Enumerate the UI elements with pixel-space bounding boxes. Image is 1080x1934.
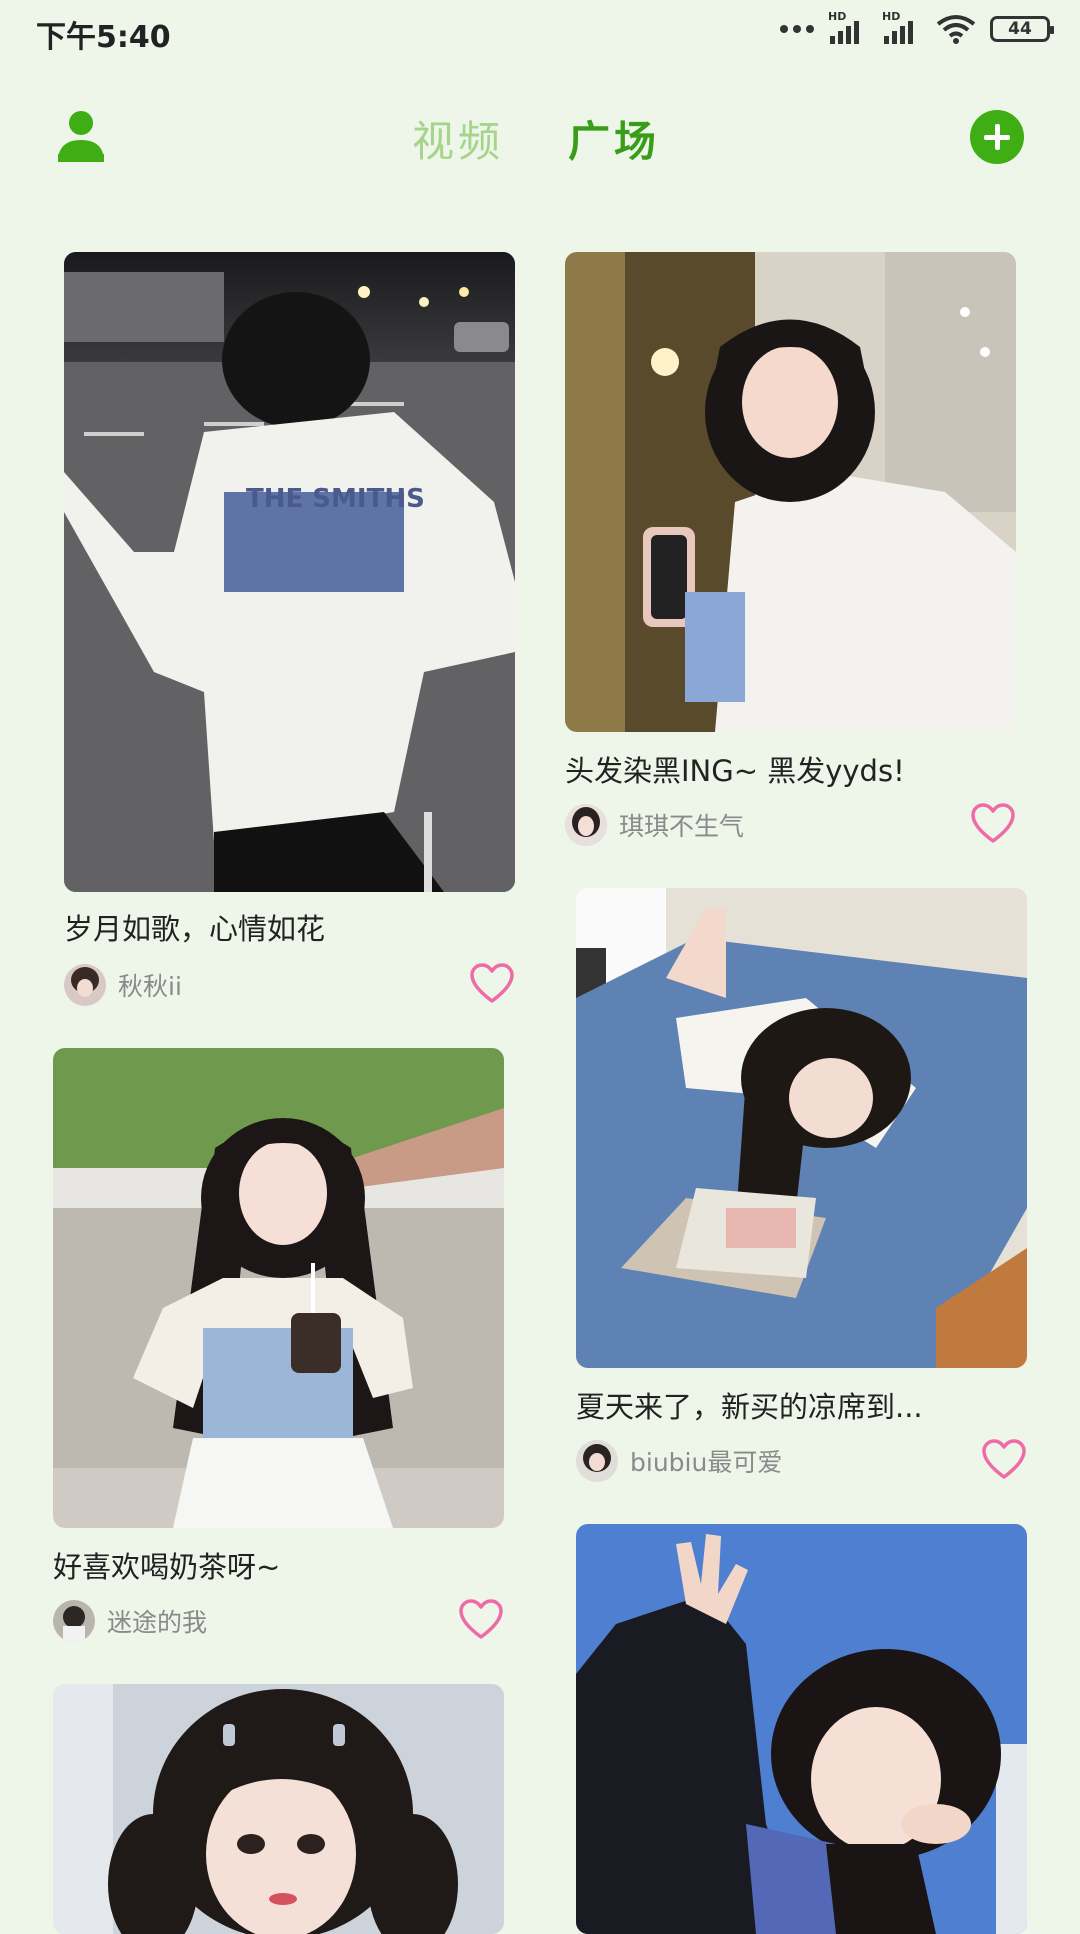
post-card[interactable]: 头发染黑ING~ 黑发yyds! 琪琪不生气 bbox=[565, 252, 1016, 846]
post-photo[interactable] bbox=[53, 1684, 504, 1934]
post-author: 琪琪不生气 bbox=[565, 802, 1016, 846]
post-title[interactable]: 头发染黑ING~ 黑发yyds! bbox=[565, 748, 1016, 790]
status-icons: HD HD 44 bbox=[780, 10, 1054, 44]
post-card[interactable]: 好喜欢喝奶茶呀~ 迷途的我 bbox=[53, 1048, 504, 1642]
shirt-text: THE SMITHS bbox=[246, 484, 425, 514]
avatar[interactable] bbox=[576, 1440, 618, 1482]
post-title[interactable]: 夏天来了，新买的凉席到... bbox=[576, 1384, 1027, 1426]
heart-outline-icon[interactable] bbox=[981, 1438, 1027, 1480]
heart-outline-icon[interactable] bbox=[469, 962, 515, 1004]
post-photo[interactable] bbox=[576, 888, 1027, 1368]
post-card[interactable] bbox=[576, 1524, 1027, 1934]
post-title[interactable]: 好喜欢喝奶茶呀~ bbox=[53, 1544, 504, 1586]
post-photo[interactable] bbox=[576, 1524, 1027, 1934]
username[interactable]: biubiu最可爱 bbox=[630, 1443, 782, 1479]
avatar[interactable] bbox=[64, 964, 106, 1006]
post-photo[interactable] bbox=[565, 252, 1016, 732]
post-title[interactable]: 岁月如歌，心情如花 bbox=[64, 906, 515, 948]
username[interactable]: 秋秋ii bbox=[118, 967, 182, 1003]
more-dots-icon bbox=[780, 25, 814, 33]
avatar[interactable] bbox=[565, 804, 607, 846]
username[interactable]: 迷途的我 bbox=[107, 1603, 207, 1639]
top-nav: 视频 广场 bbox=[0, 90, 1080, 180]
post-author: 迷途的我 bbox=[53, 1598, 504, 1642]
post-card[interactable]: THE SMITHS 岁月如歌，心情如花 秋秋ii bbox=[64, 252, 515, 1006]
wifi-icon bbox=[936, 15, 976, 44]
battery-level: 44 bbox=[1008, 19, 1032, 39]
post-photo[interactable] bbox=[53, 1048, 504, 1528]
signal-icon: HD bbox=[828, 10, 868, 44]
add-icon[interactable] bbox=[970, 110, 1024, 164]
heart-outline-icon[interactable] bbox=[458, 1598, 504, 1640]
post-author: biubiu最可爱 bbox=[576, 1438, 1027, 1482]
tab-square[interactable]: 广场 bbox=[568, 108, 660, 169]
battery-icon: 44 bbox=[990, 16, 1054, 42]
username[interactable]: 琪琪不生气 bbox=[619, 807, 744, 843]
signal-icon-2: HD bbox=[882, 10, 922, 44]
tab-video[interactable]: 视频 bbox=[412, 108, 504, 169]
status-time: 下午5:40 bbox=[36, 20, 171, 55]
post-card[interactable]: 夏天来了，新买的凉席到... biubiu最可爱 bbox=[576, 888, 1027, 1482]
user-icon[interactable] bbox=[56, 110, 106, 162]
post-photo[interactable]: THE SMITHS bbox=[64, 252, 515, 892]
status-bar: 下午5:40 HD HD 44 bbox=[0, 0, 1080, 60]
avatar[interactable] bbox=[53, 1600, 95, 1642]
heart-outline-icon[interactable] bbox=[970, 802, 1016, 844]
post-card[interactable] bbox=[53, 1684, 504, 1934]
post-author: 秋秋ii bbox=[64, 962, 515, 1006]
